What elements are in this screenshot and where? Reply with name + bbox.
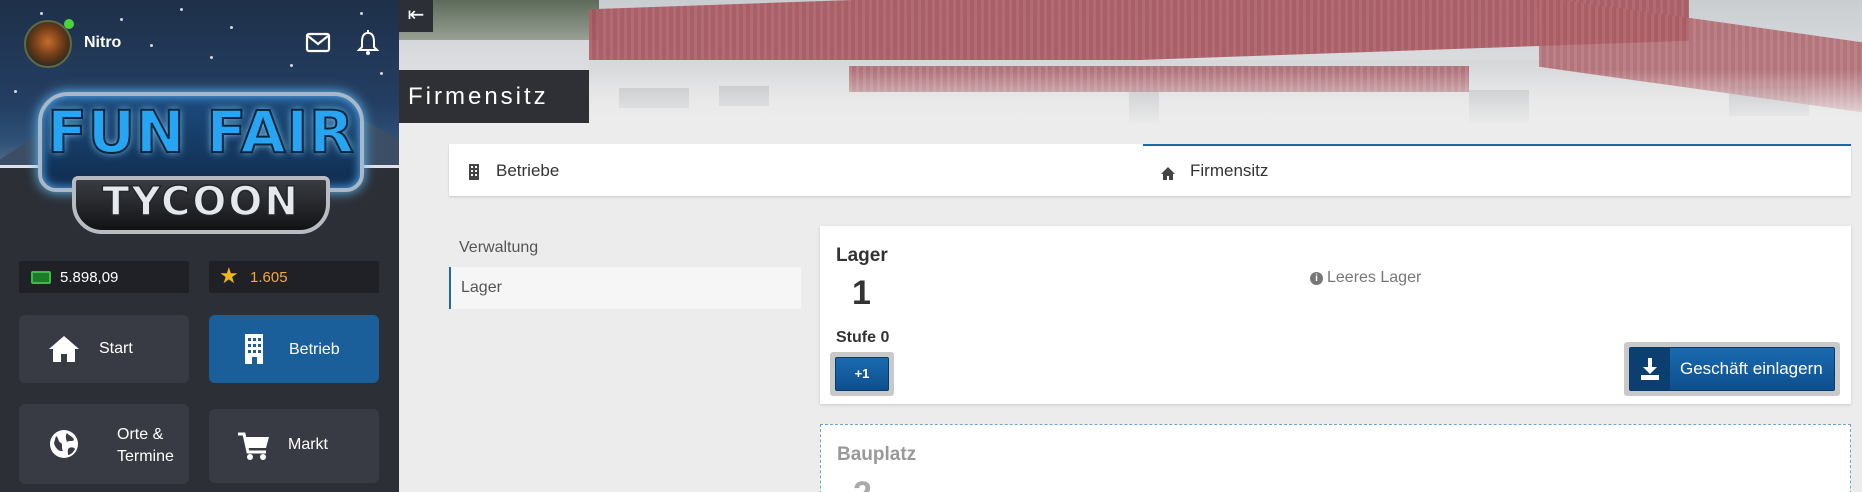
collapse-sidebar-button[interactable]: ⇤ [399,0,433,32]
home-icon [1161,167,1175,180]
nav-markt[interactable]: Markt [209,409,379,483]
download-icon [1641,358,1659,380]
envelope-icon [305,32,331,53]
stars-value: 1.605 [250,269,288,286]
nav-orte-label-line1: Orte & [117,426,164,443]
store-business-label: Geschäft einlagern [1680,359,1823,378]
globe-icon [50,430,78,458]
mail-button[interactable] [305,32,331,54]
logo-text-tycoon: TYCOON [101,178,300,226]
username[interactable]: Nitro [84,34,121,52]
money-value: 5.898,09 [60,269,119,286]
upgrade-button-frame: +1 [830,352,894,396]
bauplatz-card[interactable]: Bauplatz 2 [820,424,1851,492]
nav-markt-label: Markt [288,436,328,453]
menu-item-lager[interactable]: Lager [449,267,801,309]
tab-firmensitz[interactable]: Firmensitz [1143,144,1851,196]
tab-bar: Betriebe Firmensitz [449,144,1851,196]
building-icon [469,164,479,180]
collapse-sidebar-icon: ⇤ [407,4,425,26]
tab-firmensitz-label: Firmensitz [1190,161,1269,180]
nav-orte-termine[interactable]: Orte & Termine [19,404,189,484]
header-fade [399,70,1862,126]
nav-start[interactable]: Start [19,315,189,383]
bauplatz-title: Bauplatz [837,444,917,465]
money-bill-icon [31,271,51,284]
header-banner-photo [399,0,1862,126]
nav-start-label: Start [99,340,133,357]
sidebar: Nitro FUN FAIR TYCOON 5.898,09 ★ 1.605 S… [0,0,399,492]
bell-icon [356,30,380,55]
store-button-frame: Geschäft einlagern [1624,342,1840,396]
lager-level: Stufe 0 [836,329,890,346]
shopping-cart-icon [238,432,269,460]
menu-item-label: Verwaltung [459,239,539,256]
lager-title: Lager [836,245,888,266]
download-icon-box [1630,348,1670,390]
star-icon: ★ [219,263,239,288]
menu-item-verwaltung[interactable]: Verwaltung [449,229,801,267]
store-business-button[interactable]: Geschäft einlagern [1629,347,1835,391]
upgrade-button[interactable]: +1 [835,357,889,391]
page-title: Firmensitz [408,83,549,110]
lager-status: i Leeres Lager [1310,269,1421,287]
tab-betriebe[interactable]: Betriebe [449,144,1143,196]
money-balance: 5.898,09 [19,261,189,293]
tab-betriebe-label: Betriebe [496,161,560,180]
building-icon [245,334,263,364]
menu-item-label: Lager [461,279,502,296]
nav-betrieb[interactable]: Betrieb [209,315,379,383]
notifications-button[interactable] [356,30,380,56]
online-indicator [64,19,74,29]
nav-betrieb-label: Betrieb [289,341,340,358]
logo-text-fun-fair: FUN FAIR [46,97,355,167]
bauplatz-number: 2 [853,475,872,492]
lager-number: 1 [852,274,871,312]
game-logo[interactable]: FUN FAIR TYCOON [28,84,374,236]
lager-card: Lager 1 i Leeres Lager Stufe 0 +1 Geschäf… [820,226,1851,404]
stars-balance: ★ 1.605 [209,261,379,293]
info-circle-icon: i [1310,272,1323,285]
lager-status-text: Leeres Lager [1327,269,1422,286]
nav-orte-label-line2: Termine [117,448,174,465]
home-icon [49,336,79,362]
